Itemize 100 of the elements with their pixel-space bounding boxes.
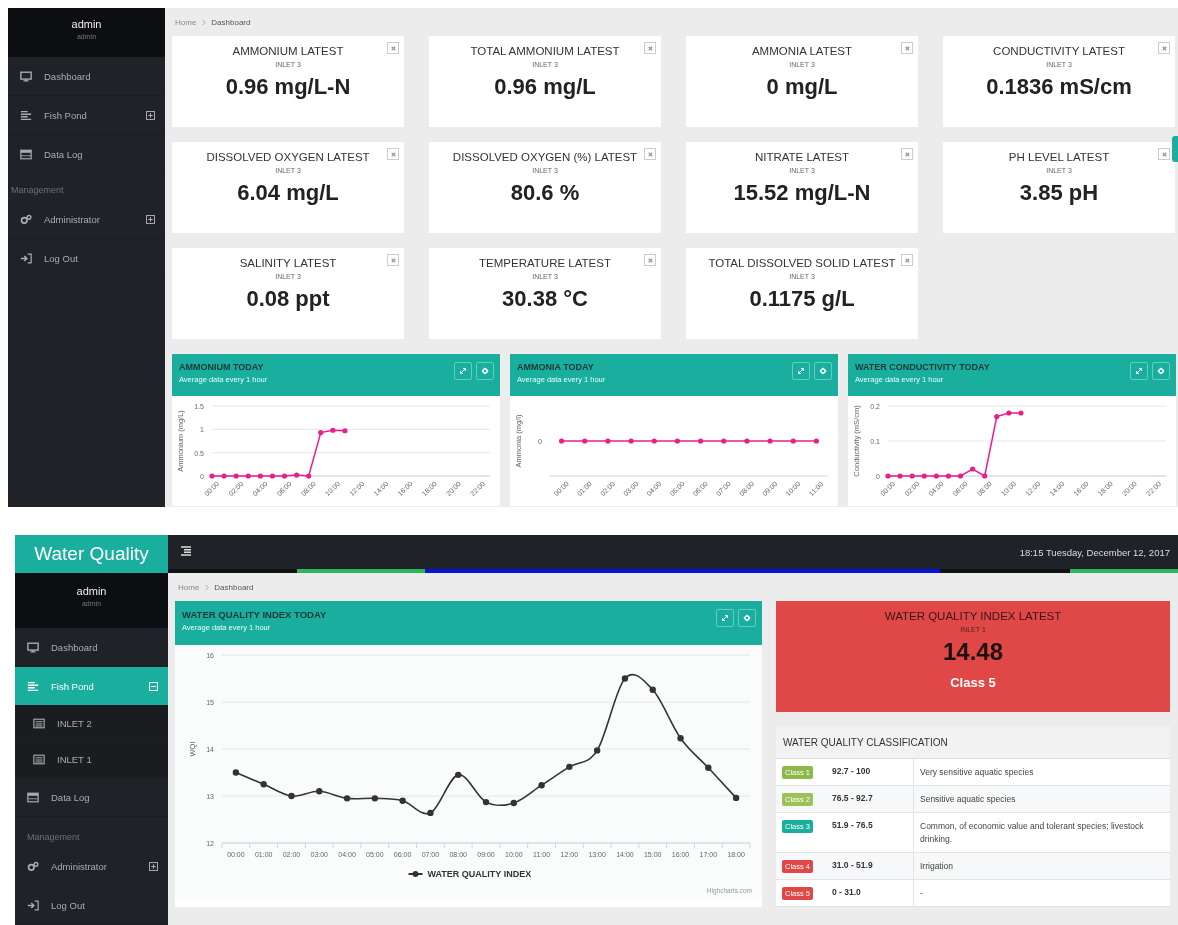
expand-button[interactable] — [792, 362, 810, 380]
app-title: Water Quality — [15, 535, 168, 573]
data-point — [909, 473, 915, 479]
card-title: DISSOLVED OXYGEN LATEST — [205, 151, 371, 163]
monitor-icon — [27, 641, 39, 653]
description-cell-text: Very sensitive aquatic species — [919, 766, 1035, 779]
expand-button[interactable] — [454, 362, 472, 380]
data-point — [885, 473, 891, 479]
user-name: admin — [71, 18, 102, 30]
description-cell-text: Irrigation — [919, 859, 955, 873]
card-title: WATER QUALITY INDEX TODAY — [182, 609, 327, 620]
list-icon — [20, 109, 32, 121]
expand-button[interactable] — [1130, 362, 1148, 380]
data-point — [1018, 410, 1024, 416]
data-point — [510, 799, 517, 807]
data-point — [294, 472, 300, 478]
list-icon — [33, 718, 45, 729]
data-point — [269, 473, 276, 479]
close-button[interactable] — [1158, 42, 1170, 54]
close-button[interactable] — [644, 254, 656, 266]
card-title: PH LEVEL LATEST — [1007, 151, 1111, 163]
data-point — [921, 473, 927, 479]
sign-out-icon — [20, 252, 32, 264]
chevron-icon — [201, 18, 207, 26]
data-point — [260, 781, 267, 788]
user-name: admin — [76, 585, 107, 597]
reading-value: 0.1836 mS/cm — [985, 74, 1133, 100]
side-tab[interactable] — [1172, 136, 1178, 162]
data-point — [281, 473, 288, 479]
close-button[interactable] — [644, 42, 656, 54]
range-cell: 92.7 - 100 — [826, 759, 914, 785]
data-point — [538, 782, 545, 789]
data-point — [994, 413, 1000, 420]
reading-value: 15.52 mg/L-N — [732, 180, 872, 206]
close-button[interactable] — [1158, 148, 1170, 160]
close-button[interactable] — [901, 254, 913, 266]
close-button[interactable] — [387, 254, 399, 266]
reading-value: 0.08 ppt — [245, 286, 331, 312]
expand-button[interactable] — [716, 609, 734, 627]
breadcrumb-link[interactable]: Dashboard — [211, 17, 251, 27]
sidebar-subitem[interactable]: INLET 1 — [15, 742, 168, 778]
settings-button[interactable] — [738, 609, 756, 627]
data-point — [233, 473, 239, 479]
close-button[interactable] — [387, 148, 399, 160]
data-point — [399, 797, 406, 804]
expand-icon — [149, 861, 158, 871]
section-heading: Management — [10, 184, 65, 197]
expand-icon — [146, 214, 155, 224]
settings-button[interactable] — [476, 362, 494, 380]
section-heading: Management — [26, 831, 81, 844]
data-point — [342, 428, 348, 434]
reading-value: 80.6 % — [509, 180, 581, 206]
card-title: AMMONIUM TODAY — [179, 362, 265, 372]
range-cell: 0 - 31.0 — [826, 879, 914, 906]
reading-value: 0.96 mg/L — [493, 74, 597, 100]
data-point — [455, 771, 462, 779]
settings-button[interactable] — [814, 362, 832, 380]
close-button[interactable] — [901, 42, 913, 54]
data-point — [427, 809, 434, 817]
gears-icon — [20, 213, 32, 225]
sign-out-icon — [27, 899, 39, 911]
data-point — [209, 473, 215, 479]
description-cell-text: - — [919, 886, 924, 900]
data-point — [593, 747, 601, 754]
data-point — [232, 769, 240, 776]
sidebar-subitem[interactable]: INLET 2 — [15, 706, 168, 742]
close-button[interactable] — [387, 42, 399, 54]
card-title: AMMONIA TODAY — [517, 362, 595, 372]
close-button[interactable] — [644, 148, 656, 160]
list-icon — [27, 680, 39, 692]
reading-value: 3.85 pH — [1018, 180, 1100, 206]
gears-icon — [27, 860, 39, 872]
index-value: 14.48 — [941, 638, 1005, 666]
card-title: AMMONIA LATEST — [750, 45, 854, 57]
data-point — [705, 764, 712, 771]
description-cell-text: Common, of economic value and tolerant species; livestock drinking. — [919, 820, 1145, 846]
settings-button[interactable] — [1152, 362, 1170, 380]
data-point — [970, 466, 976, 472]
data-point — [221, 473, 227, 479]
reading-value: 0.96 mg/L-N — [224, 74, 352, 100]
card-title: TOTAL DISSOLVED SOLID LATEST — [708, 257, 896, 269]
legend-item: WATER QUALITY INDEX — [407, 869, 532, 879]
close-button[interactable] — [901, 148, 913, 160]
table-icon — [20, 148, 32, 160]
data-point — [732, 794, 740, 802]
card-title: TEMPERATURE LATEST — [478, 257, 612, 269]
breadcrumb-link[interactable]: Dashboard — [214, 582, 254, 592]
expand-icon — [459, 367, 467, 375]
range-cell: 31.0 - 51.9 — [826, 852, 914, 879]
data-point — [318, 430, 324, 436]
class-label: Class 5 — [949, 675, 997, 690]
card-title: WATER CONDUCTIVITY TODAY — [855, 362, 990, 372]
data-point — [957, 473, 964, 479]
card-title: WATER QUALITY INDEX LATEST — [883, 610, 1063, 622]
legend-label: WATER QUALITY INDEX — [427, 869, 532, 879]
data-point — [343, 795, 351, 802]
menu-button[interactable] — [180, 546, 192, 558]
card-title: DISSOLVED OXYGEN (%) LATEST — [451, 151, 639, 163]
monitor-icon — [20, 70, 32, 82]
data-point — [371, 795, 379, 802]
